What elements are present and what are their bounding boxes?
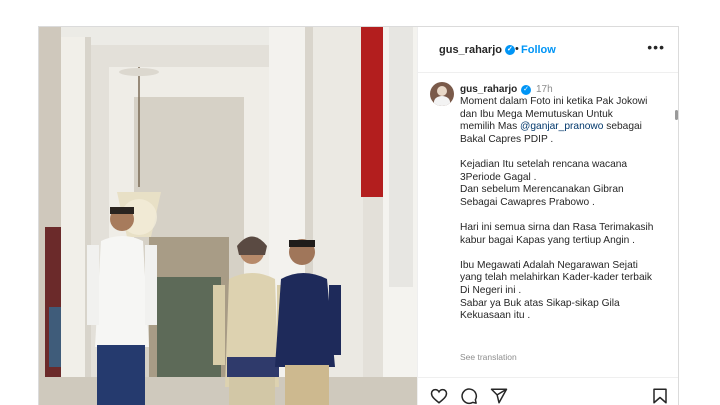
follow-button[interactable]: Follow [521, 44, 556, 56]
caption-line: 3Periode Gagal . [460, 171, 537, 183]
verified-badge-icon: ✓ [504, 45, 515, 56]
more-options-icon[interactable]: ••• [647, 39, 665, 55]
bookmark-icon[interactable] [651, 387, 669, 405]
caption-line: Ibu Megawati Adalah Negarawan Sejati [460, 259, 638, 271]
caption-line: Kekuasaan itu . [460, 310, 531, 322]
caption-line: yang telah melahirkan Kader-kader terbai… [460, 272, 652, 284]
post-photo[interactable] [39, 27, 417, 405]
caption-line: kabur bagai Kapas yang tertiup Angin . [460, 234, 636, 246]
post-header: gus_raharjo ✓ • Follow ••• [418, 27, 678, 73]
caption-line-part: memilih Mas [460, 121, 521, 133]
avatar[interactable] [430, 82, 454, 106]
caption-timestamp[interactable]: 17h [536, 84, 553, 95]
caption-text: Moment dalam Foto ini ketika Pak Jokowi … [460, 96, 672, 323]
caption-line: Sebagai Cawapres Prabowo . [460, 196, 595, 208]
see-translation-link[interactable]: See translation [460, 352, 517, 362]
post-username-text[interactable]: gus_raharjo [439, 44, 502, 56]
caption-line: dan Ibu Mega Memutuskan Untuk [460, 108, 613, 120]
caption-line: Kejadian Itu setelah rencana wacana [460, 158, 628, 170]
caption-line: Di Negeri ini . [460, 284, 522, 296]
post-username[interactable]: gus_raharjo ✓ [439, 44, 515, 56]
post-caption: gus_raharjo ✓ 17h Moment dalam Foto ini … [418, 74, 678, 374]
post-side-panel: gus_raharjo ✓ • Follow ••• gus_raharjo ✓ … [417, 27, 678, 405]
caption-line: Dan sebelum Merencanakan Gibran [460, 184, 624, 196]
scrollbar[interactable] [675, 110, 678, 120]
post-actions [418, 377, 678, 405]
post-image [39, 27, 417, 405]
caption-line: Hari ini semua sirna dan Rasa Terimakasi… [460, 221, 654, 233]
comment-icon[interactable] [460, 387, 478, 405]
caption-line: Sabar ya Buk atas Sikap-sikap Gila [460, 297, 620, 309]
heart-icon[interactable] [430, 387, 448, 405]
separator-dot: • [515, 43, 519, 55]
post-dialog: gus_raharjo ✓ • Follow ••• gus_raharjo ✓ … [38, 26, 679, 405]
caption-line: Moment dalam Foto ini ketika Pak Jokowi [460, 96, 648, 107]
share-icon[interactable] [490, 387, 508, 405]
caption-line: Bakal Capres PDIP . [460, 133, 554, 145]
caption-username[interactable]: gus_raharjo [460, 84, 517, 95]
verified-badge-icon: ✓ [521, 85, 531, 95]
caption-line: memilih Mas @ganjar_pranowo sebagai [460, 121, 672, 134]
mention-link[interactable]: @ganjar_pranowo [520, 121, 603, 132]
caption-line-part: sebagai [603, 121, 642, 133]
